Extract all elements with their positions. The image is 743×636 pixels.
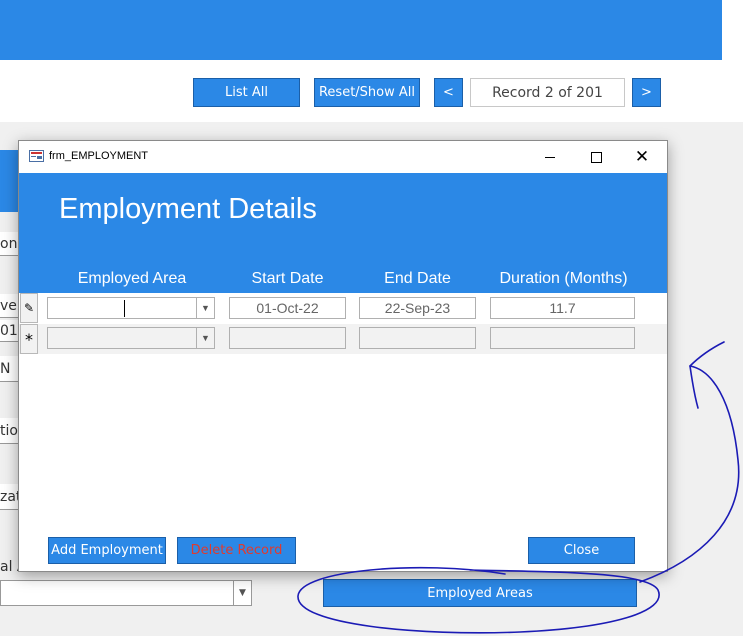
- annotation-loop: [297, 566, 660, 634]
- annotation-arrow-curve: [639, 365, 740, 583]
- annotation-overlay: [297, 341, 740, 634]
